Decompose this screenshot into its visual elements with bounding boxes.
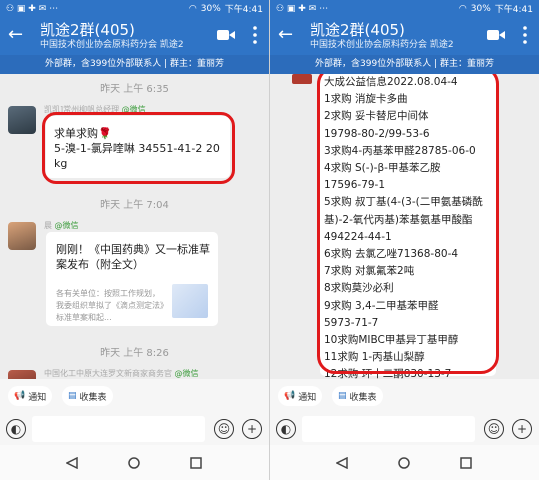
voice-icon[interactable]: ◐: [6, 419, 26, 439]
article-thumbnail: [172, 284, 208, 318]
sender-name: 中国化工中原大连罗文新商家商务官 @微信: [44, 368, 199, 379]
sender-name: 晨 @微信: [44, 220, 79, 231]
notify-chip[interactable]: 📢 通知: [8, 386, 53, 406]
article-description: 各有关单位：按照工作规划，我委组织草拟了《滴点测定法》标准草案和起...: [56, 289, 164, 322]
avatar[interactable]: [8, 222, 36, 250]
timestamp: 昨天 上午 6:35: [100, 84, 169, 95]
right-chat-screen: ⚇ ▣ ✚ ✉ ⋯ ◠ 30% 下午4:41 ← 凯途2群(405) 中国技术创…: [270, 0, 539, 480]
status-icons: ⚇ ▣ ✚ ✉ ⋯: [276, 3, 329, 14]
form-icon: ▤: [68, 391, 77, 401]
nav-back-icon[interactable]: [336, 457, 348, 469]
left-chat-screen: ⚇ ▣ ✚ ✉ ⋯ ◠ 30% 下午4:41 ← 凯途2群(405) 中国技术创…: [0, 0, 269, 480]
sender-name-text: 晨: [44, 221, 52, 230]
chat-title: 凯途2群(405): [310, 21, 405, 39]
wifi-icon: ◠: [458, 3, 467, 14]
message-list[interactable]: 昨天 上午 6:35 凯凯]常州柳帆总经理 @微信 求单求购🌹 5-溴-1-氯异…: [0, 74, 269, 379]
chat-subtitle: 中国技术创业协会原料药分会 凯途2: [40, 40, 184, 50]
battery-level: 30%: [200, 3, 221, 14]
emoji-icon[interactable]: ☺: [214, 419, 234, 439]
input-bar: ◐ ☺ +: [270, 413, 539, 445]
quick-actions: 📢 通知 ▤ 收集表: [270, 379, 539, 413]
nav-home-icon[interactable]: [128, 457, 140, 469]
highlight-box: [42, 112, 235, 184]
timestamp: 昨天 上午 7:04: [100, 200, 169, 211]
message-input[interactable]: [32, 416, 205, 442]
voice-icon[interactable]: ◐: [276, 419, 296, 439]
nav-back-icon[interactable]: [66, 457, 78, 469]
notify-chip[interactable]: 📢 通知: [278, 386, 323, 406]
highlight-box: [317, 74, 499, 374]
megaphone-icon: 📢: [14, 391, 26, 401]
article-title: 刚刚！《中国药典》又一标准草案发布（附全文）: [56, 243, 210, 271]
nav-recents-icon[interactable]: [190, 457, 202, 469]
status-bar: ⚇ ▣ ✚ ✉ ⋯ ◠ 30% 下午4:41: [0, 0, 269, 17]
status-icons: ⚇ ▣ ✚ ✉ ⋯: [6, 3, 59, 14]
video-call-icon[interactable]: [217, 29, 235, 41]
video-call-icon[interactable]: [487, 29, 505, 41]
more-menu-icon[interactable]: [253, 26, 257, 44]
input-bar: ◐ ☺ +: [0, 413, 269, 445]
battery-level: 30%: [470, 3, 491, 14]
emoji-icon[interactable]: ☺: [484, 419, 504, 439]
notify-label: 通知: [28, 392, 47, 403]
notify-label: 通知: [298, 392, 317, 403]
back-arrow-icon[interactable]: ←: [278, 24, 293, 46]
group-notice[interactable]: 外部群，含399位外部联系人 | 群主：董丽芳: [270, 55, 539, 74]
system-nav-bar: [270, 445, 539, 480]
form-chip[interactable]: ▤ 收集表: [62, 386, 113, 406]
group-notice[interactable]: 外部群，含399位外部联系人 | 群主：董丽芳: [0, 55, 269, 74]
chat-subtitle: 中国技术创业协会原料药分会 凯途2: [310, 40, 454, 50]
wechat-tag: @微信: [174, 369, 199, 378]
form-chip[interactable]: ▤ 收集表: [332, 386, 383, 406]
avatar[interactable]: [292, 74, 312, 84]
system-nav-bar: [0, 445, 269, 480]
status-bar: ⚇ ▣ ✚ ✉ ⋯ ◠ 30% 下午4:41: [270, 0, 539, 17]
status-time: 下午4:41: [224, 5, 263, 15]
form-label: 收集表: [79, 392, 107, 403]
nav-recents-icon[interactable]: [460, 457, 472, 469]
sender-name-text: 中国化工中原大连罗文新商家商务官: [44, 369, 172, 378]
form-icon: ▤: [338, 391, 347, 401]
megaphone-icon: 📢: [284, 391, 296, 401]
wifi-icon: ◠: [188, 3, 197, 14]
chat-header: ← 凯途2群(405) 中国技术创业协会原料药分会 凯途2: [270, 17, 539, 55]
back-arrow-icon[interactable]: ←: [8, 24, 23, 46]
timestamp: 昨天 上午 8:26: [100, 348, 169, 359]
quick-actions: 📢 通知 ▤ 收集表: [0, 379, 269, 413]
plus-icon[interactable]: +: [512, 419, 532, 439]
wechat-tag: @微信: [54, 221, 79, 230]
plus-icon[interactable]: +: [242, 419, 262, 439]
form-label: 收集表: [349, 392, 377, 403]
more-menu-icon[interactable]: [523, 26, 527, 44]
chat-header: ← 凯途2群(405) 中国技术创业协会原料药分会 凯途2: [0, 17, 269, 55]
avatar[interactable]: [8, 370, 36, 379]
message-list[interactable]: 大成公益信息2022.08.04-4 1求购 消旋卡多曲 2求购 妥卡替尼中间体 19…: [270, 74, 539, 379]
avatar[interactable]: [8, 106, 36, 134]
chat-title: 凯途2群(405): [40, 21, 135, 39]
nav-home-icon[interactable]: [398, 457, 410, 469]
status-time: 下午4:41: [494, 5, 533, 15]
message-input[interactable]: [302, 416, 475, 442]
article-card[interactable]: 刚刚！《中国药典》又一标准草案发布（附全文） 各有关单位：按照工作规划，我委组织…: [46, 232, 218, 326]
